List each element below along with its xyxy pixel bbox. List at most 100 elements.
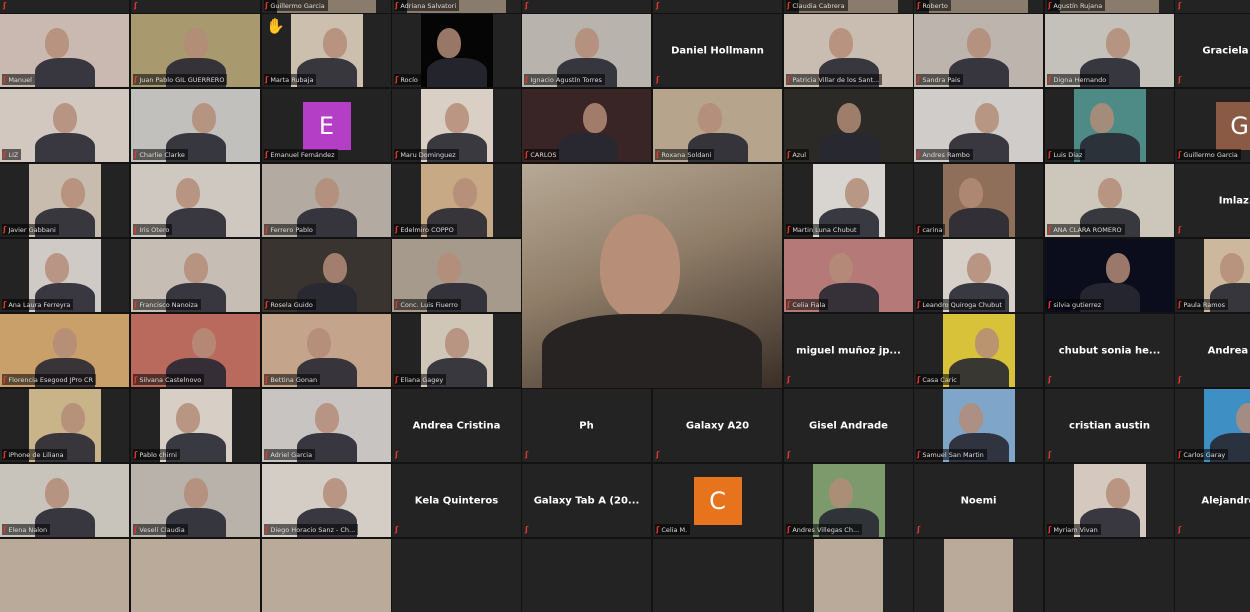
- person-head: [575, 28, 599, 58]
- participant-tile[interactable]: CʃCelia M.: [653, 464, 782, 537]
- participant-tile[interactable]: ʃClaudia Cabrera: [784, 0, 913, 13]
- muted-microphone-icon: ʃ: [787, 301, 790, 309]
- participant-tile[interactable]: ʃPatricia Villar de los Sant...: [784, 14, 913, 87]
- participant-tile[interactable]: Daniel Hollmannʃ: [653, 14, 782, 87]
- participant-tile[interactable]: ʃFrancisco Nanoiza: [131, 239, 260, 312]
- participant-label: ʃcarina: [916, 224, 945, 235]
- participant-tile[interactable]: ʃLeandro Quiroga Chubut: [914, 239, 1043, 312]
- participant-tile[interactable]: ʃAgustín Rujana: [1045, 0, 1174, 13]
- participant-tile[interactable]: Alejandro S...ʃ: [1175, 464, 1250, 537]
- person-head: [959, 178, 983, 208]
- participant-tile[interactable]: ʃCasa Caric: [914, 314, 1043, 387]
- participant-tile[interactable]: Andrea Cristinaʃ: [392, 389, 521, 462]
- participant-tile[interactable]: ʃRosela Guido: [262, 239, 391, 312]
- participant-tile[interactable]: ʃRoberto: [914, 0, 1043, 13]
- participant-tile[interactable]: Graciela Lo...ʃ: [1175, 14, 1250, 87]
- participant-tile[interactable]: Kela Quinterosʃ: [392, 464, 521, 537]
- participant-tile[interactable]: ʃElena Nalon: [0, 464, 129, 537]
- muted-microphone-icon: ʃ: [1048, 2, 1051, 10]
- participant-tile[interactable]: ʃAndres Rambo: [914, 89, 1043, 162]
- participant-tile[interactable]: ʃDiego Horacio Sanz - Ch...: [262, 464, 391, 537]
- participant-tile[interactable]: ʃcarina: [914, 164, 1043, 237]
- participant-name: Pablo chirni: [139, 451, 177, 459]
- participant-tile[interactable]: ʃVeselí Claudia: [131, 464, 260, 537]
- participant-tile[interactable]: ʃ: [0, 0, 129, 13]
- participant-label: ʃAgustín Rujana: [1047, 0, 1105, 11]
- participant-label: ʃRoberto: [916, 0, 951, 11]
- participant-tile[interactable]: ʃConc. Luis Fiuerro: [392, 239, 521, 312]
- participant-tile[interactable]: chubut sonia he...ʃ: [1045, 314, 1174, 387]
- participant-tile[interactable]: ʃRocío: [392, 14, 521, 87]
- participant-tile[interactable]: ʃCarlos Garay: [1175, 389, 1250, 462]
- participant-tile[interactable]: miguel muñoz jp...ʃ: [784, 314, 913, 387]
- participant-tile[interactable]: GʃGuillermo Garcia: [1175, 89, 1250, 162]
- participant-tile[interactable]: ʃ: [1175, 0, 1250, 13]
- participant-tile[interactable]: ʃMaru Dominguez: [392, 89, 521, 162]
- participant-tile[interactable]: ʃPablo chirni: [131, 389, 260, 462]
- participant-tile[interactable]: ʃSamuel San Martin: [914, 389, 1043, 462]
- participant-tile[interactable]: ʃLIZ: [0, 89, 129, 162]
- participant-tile[interactable]: ʃEdelmiro COPPO: [392, 164, 521, 237]
- participant-name: miguel muñoz jp...: [784, 345, 913, 356]
- participant-tile[interactable]: ʃCARLOS: [522, 89, 651, 162]
- participant-tile[interactable]: ʃAzul: [784, 89, 913, 162]
- participant-tile[interactable]: ʃMarta Rubaja✋: [262, 14, 391, 87]
- participant-tile[interactable]: ʃCelia Fiala: [784, 239, 913, 312]
- participant-tile[interactable]: Phʃ: [522, 389, 651, 462]
- participant-tile[interactable]: ʃEliana Gagey: [392, 314, 521, 387]
- participant-tile[interactable]: Galaxy A20ʃ: [653, 389, 782, 462]
- participant-tile[interactable]: ʃAndres Villegas Ch...: [784, 464, 913, 537]
- participant-tile[interactable]: ʃLuis Diaz: [1045, 89, 1174, 162]
- participant-tile[interactable]: Noemiʃ: [914, 464, 1043, 537]
- participant-label: ʃSamuel San Martin: [916, 449, 987, 460]
- participant-tile[interactable]: ʃSilvana Castelnovo: [131, 314, 260, 387]
- participant-tile[interactable]: Gisel Andradeʃ: [784, 389, 913, 462]
- participant-tile[interactable]: ʃManuel: [0, 14, 129, 87]
- muted-microphone-icon: ʃ: [525, 526, 528, 534]
- participant-label: ʃRocío: [394, 74, 421, 85]
- participant-tile[interactable]: ʃFlorencia Esegood JPro CR: [0, 314, 129, 387]
- muted-microphone-icon: ʃ: [787, 76, 790, 84]
- participant-tile[interactable]: ʃ: [653, 0, 782, 13]
- participant-tile[interactable]: EʃEmanuel Fernández: [262, 89, 391, 162]
- participant-tile[interactable]: Galaxy Tab A (20...ʃ: [522, 464, 651, 537]
- participant-tile[interactable]: ʃPaula Ramos: [1175, 239, 1250, 312]
- participant-tile[interactable]: Andrea D...ʃ: [1175, 314, 1250, 387]
- participant-tile[interactable]: ʃ: [131, 0, 260, 13]
- participant-name: Daniel Hollmann: [653, 45, 782, 56]
- participant-tile[interactable]: ʃFerrero Pablo: [262, 164, 391, 237]
- participant-tile[interactable]: ʃIris Otero: [131, 164, 260, 237]
- participant-tile[interactable]: ʃAdriana Salvatori: [392, 0, 521, 13]
- muted-microphone-icon: ʃ: [265, 301, 268, 309]
- participant-tile[interactable]: ʃJuan Pablo GIL GUERRERO: [131, 14, 260, 87]
- participant-tile[interactable]: cristian austinʃ: [1045, 389, 1174, 462]
- person-head: [959, 403, 983, 433]
- muted-microphone-icon: ʃ: [917, 301, 920, 309]
- participant-tile[interactable]: ʃAdriel Garcia: [262, 389, 391, 462]
- person-head: [445, 328, 469, 358]
- participant-tile[interactable]: ʃAna Laura Ferreyra: [0, 239, 129, 312]
- participant-tile[interactable]: ʃJavier Gabbani: [0, 164, 129, 237]
- participant-tile[interactable]: ʃIgnacio Agustín Torres: [522, 14, 651, 87]
- participant-tile[interactable]: ʃMartin Luna Chubut: [784, 164, 913, 237]
- participant-label: ʃDigna Hernando: [1047, 74, 1109, 85]
- participant-tile[interactable]: ʃRoxana Soldani: [653, 89, 782, 162]
- participant-tile[interactable]: ʃSandra Pais: [914, 14, 1043, 87]
- participant-tile[interactable]: ʃCharlie Clarke: [131, 89, 260, 162]
- participant-tile[interactable]: ʃMyriam Vivan: [1045, 464, 1174, 537]
- featured-video-tile[interactable]: [522, 164, 782, 388]
- person-head: [1106, 478, 1130, 508]
- participant-tile[interactable]: ʃsilvia gutierrez: [1045, 239, 1174, 312]
- participant-tile[interactable]: ʃDigna Hernando: [1045, 14, 1174, 87]
- participant-tile[interactable]: ʃiPhone de Liliana: [0, 389, 129, 462]
- participant-tile[interactable]: ʃGuillermo Garcia: [262, 0, 391, 13]
- participant-tile[interactable]: Imlaz...ʃ: [1175, 164, 1250, 237]
- participant-name: Imlaz...: [1175, 195, 1250, 206]
- participant-tile[interactable]: ʃBettina Gonan: [262, 314, 391, 387]
- person-head: [323, 28, 347, 58]
- participant-name: Florencia Esegood JPro CR: [8, 376, 93, 384]
- participant-tile[interactable]: ʃANA CLARA ROMERO: [1045, 164, 1174, 237]
- person-body: [166, 208, 226, 237]
- participant-tile[interactable]: ʃ: [522, 0, 651, 13]
- participant-name: cristian austin: [1045, 420, 1174, 431]
